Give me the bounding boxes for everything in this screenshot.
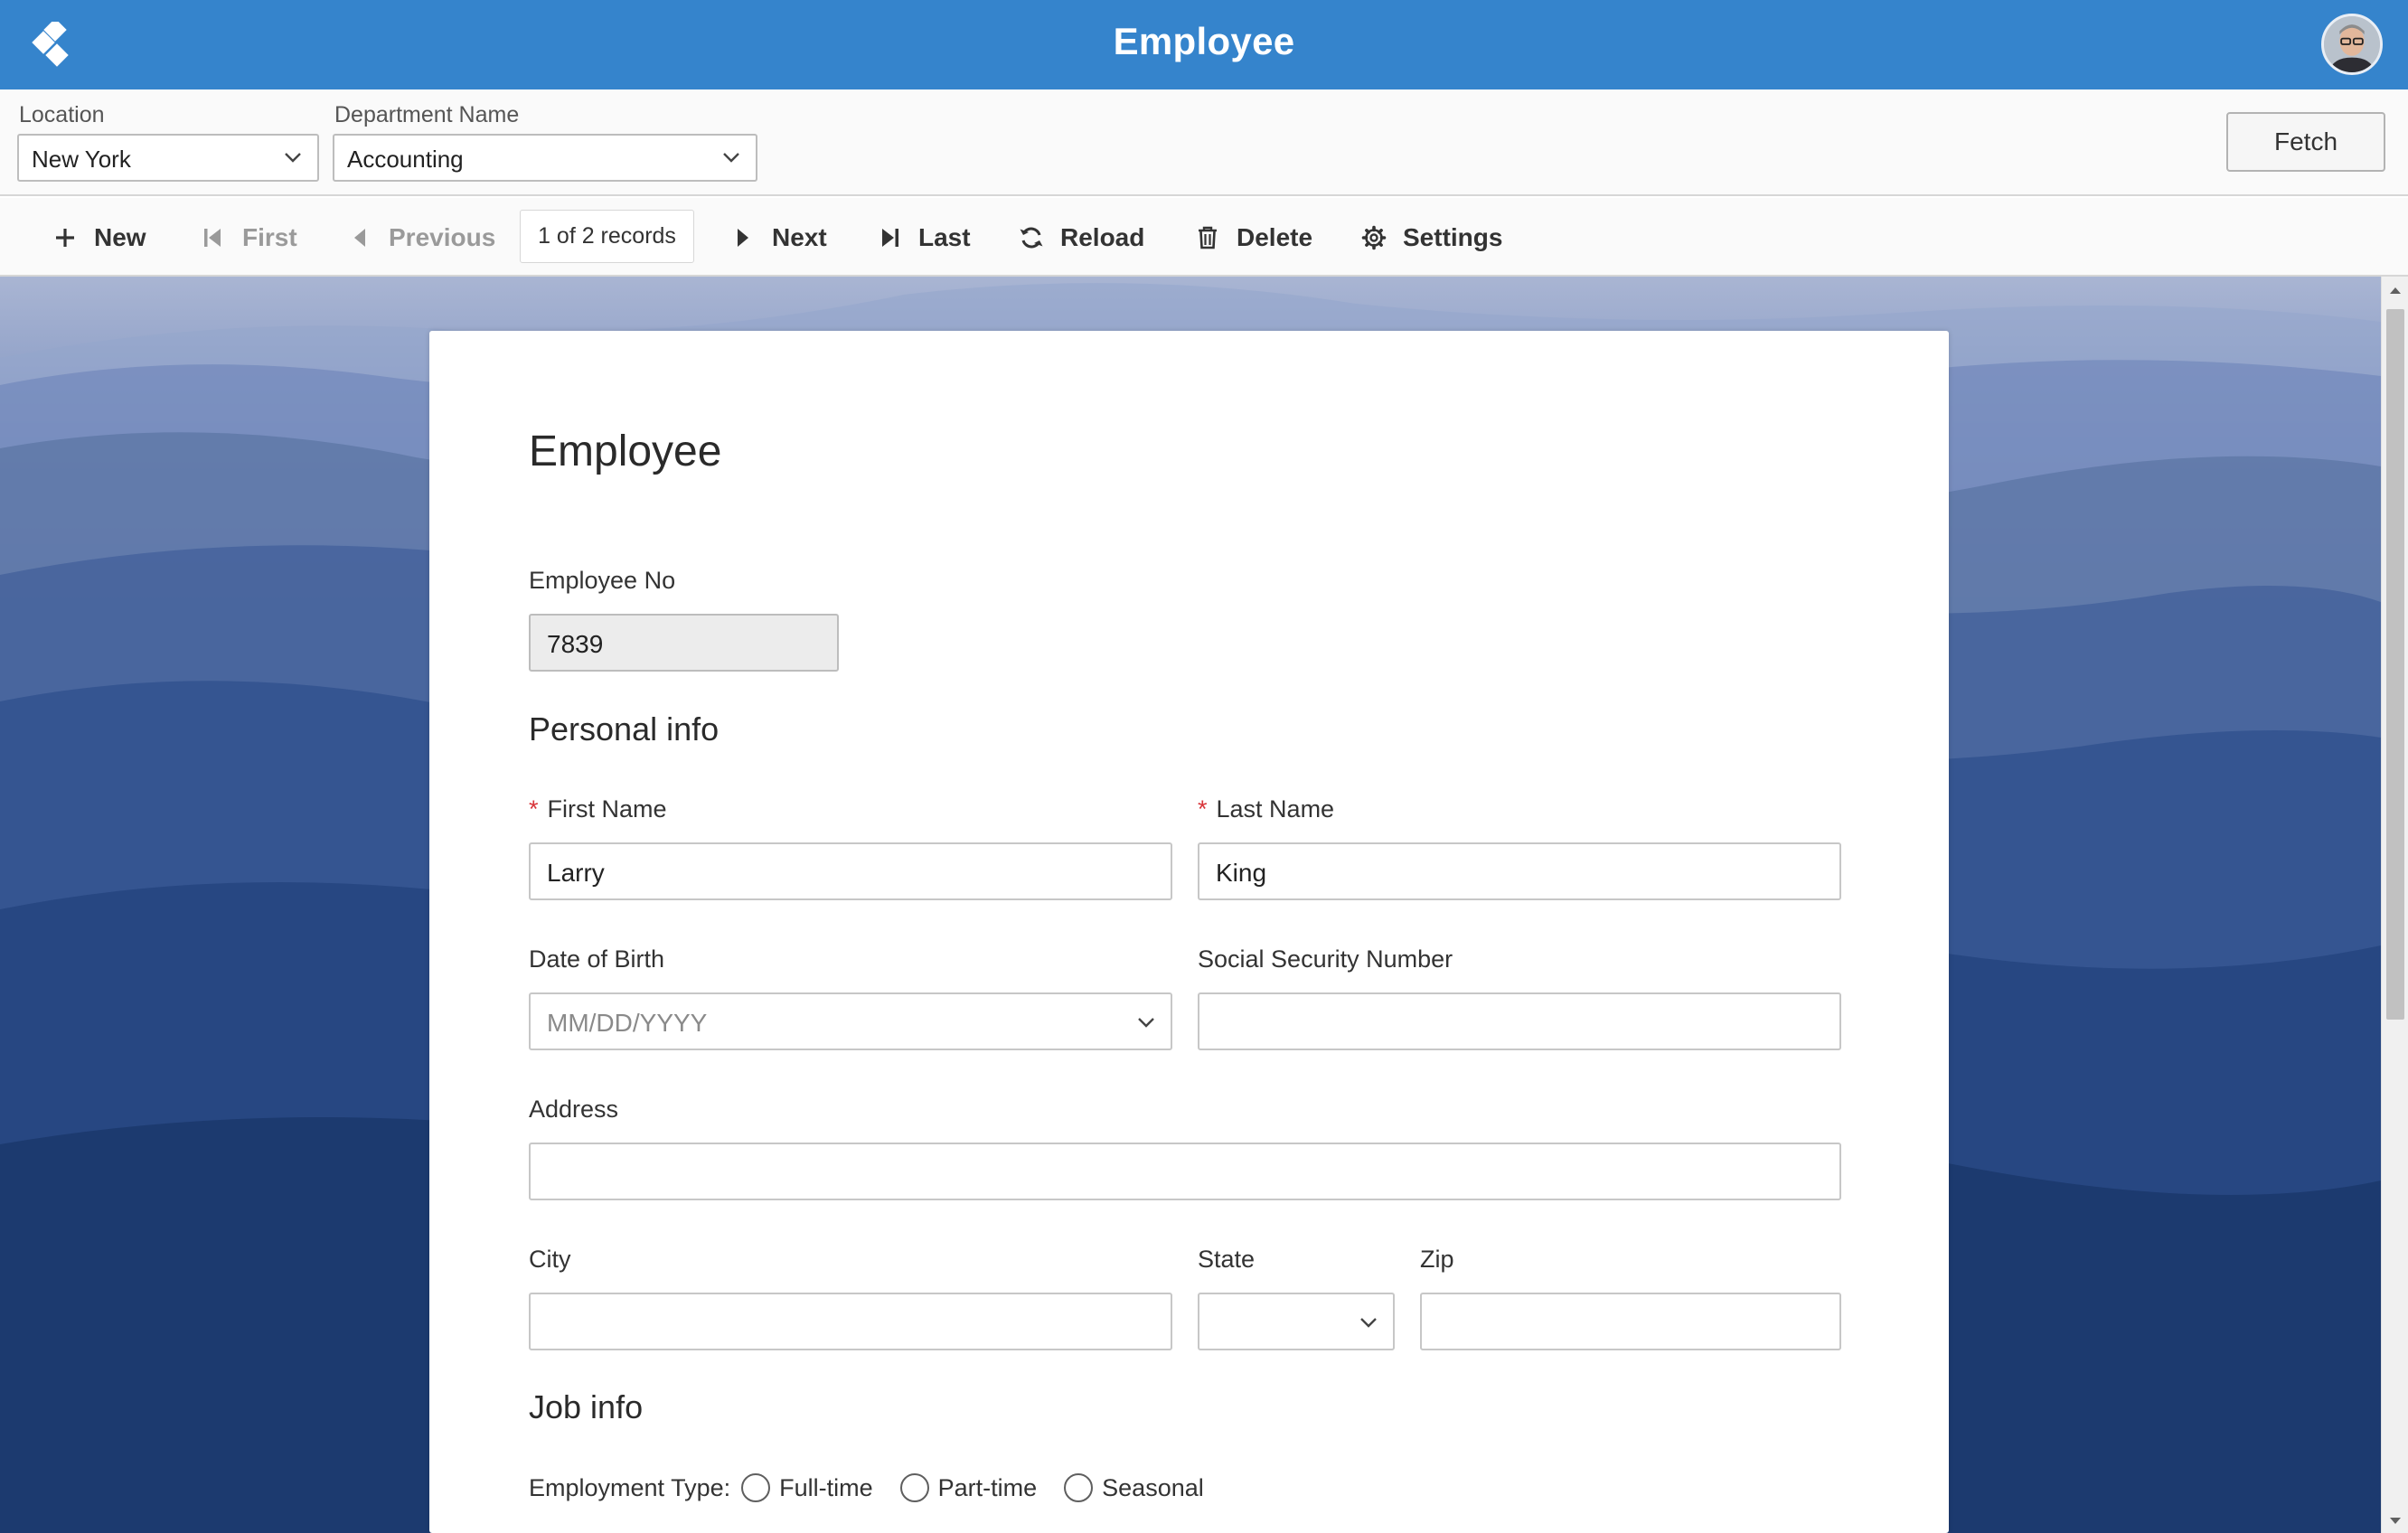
gear-icon	[1361, 225, 1387, 250]
record-toolbar: New First Previous 1 of 2 records Next L…	[0, 198, 2408, 277]
vertical-scrollbar[interactable]	[2381, 277, 2408, 1533]
caret-right-icon	[730, 225, 756, 250]
plus-icon	[52, 225, 78, 250]
last-label: Last	[918, 222, 971, 251]
radio-seasonal[interactable]: Seasonal	[1053, 1473, 1204, 1502]
location-value: New York	[32, 146, 131, 173]
last-name-label: * Last Name	[1198, 795, 1334, 823]
caret-left-icon	[347, 225, 372, 250]
record-counter: 1 of 2 records	[520, 210, 694, 263]
scroll-up-arrow-icon[interactable]	[2389, 286, 2402, 295]
employee-no-label: Employee No	[529, 567, 676, 594]
radio-circle[interactable]	[1064, 1473, 1094, 1502]
app-title: Employee	[1113, 20, 1295, 62]
previous-label: Previous	[389, 222, 496, 251]
reload-button[interactable]: Reload	[1019, 198, 1144, 277]
dob-picker[interactable]: MM/DD/YYYY	[529, 992, 1172, 1050]
chevron-down-icon	[723, 153, 739, 163]
address-input[interactable]	[529, 1143, 1841, 1200]
refresh-icon	[1019, 225, 1044, 250]
department-value: Accounting	[347, 146, 464, 173]
required-marker: *	[529, 795, 539, 823]
user-avatar[interactable]	[2321, 14, 2383, 75]
dob-label: Date of Birth	[529, 945, 665, 973]
state-select[interactable]	[1198, 1293, 1395, 1350]
next-label: Next	[772, 222, 827, 251]
first-name-value: Larry	[547, 859, 605, 887]
employee-form-card: Employee Employee No 7839 Personal info …	[429, 331, 1949, 1533]
first-button[interactable]: First	[201, 198, 297, 277]
employee-no-field: 7839	[529, 614, 839, 672]
first-name-input[interactable]: Larry	[529, 842, 1172, 900]
radio-circle[interactable]	[899, 1473, 929, 1502]
delete-label: Delete	[1237, 222, 1313, 251]
scrollbar-thumb[interactable]	[2386, 309, 2404, 1020]
previous-button[interactable]: Previous	[347, 198, 495, 277]
chevron-down-icon	[285, 153, 301, 163]
radio-part-time[interactable]: Part-time	[889, 1473, 1038, 1502]
last-name-label-text: Last Name	[1216, 795, 1335, 823]
required-marker: *	[1198, 795, 1208, 823]
state-label: State	[1198, 1246, 1256, 1273]
location-label: Location	[19, 102, 105, 127]
department-select[interactable]: Accounting	[333, 134, 757, 182]
first-name-label: * First Name	[529, 795, 667, 823]
zip-input[interactable]	[1420, 1293, 1841, 1350]
employment-type-group: Employment Type: Full-time Part-time Sea…	[529, 1473, 1220, 1502]
settings-button[interactable]: Settings	[1361, 198, 1502, 277]
new-label: New	[94, 222, 146, 251]
chevron-down-icon	[1360, 1318, 1377, 1328]
radio-full-time[interactable]: Full-time	[730, 1473, 873, 1502]
radio-full-time-label: Full-time	[779, 1473, 873, 1501]
first-label: First	[242, 222, 297, 251]
city-label: City	[529, 1246, 571, 1273]
zip-label: Zip	[1420, 1246, 1454, 1273]
dob-placeholder: MM/DD/YYYY	[547, 1009, 708, 1037]
employee-no-value: 7839	[547, 630, 604, 658]
scroll-down-arrow-icon[interactable]	[2389, 1517, 2402, 1526]
address-label: Address	[529, 1096, 619, 1123]
last-button[interactable]: Last	[877, 198, 971, 277]
new-button[interactable]: New	[52, 198, 146, 277]
fetch-button[interactable]: Fetch	[2226, 112, 2385, 172]
ssn-input[interactable]	[1198, 992, 1841, 1050]
location-select[interactable]: New York	[17, 134, 319, 182]
app-header: Employee	[0, 0, 2408, 89]
ssn-label: Social Security Number	[1198, 945, 1453, 973]
last-name-value: King	[1216, 859, 1267, 887]
city-input[interactable]	[529, 1293, 1172, 1350]
settings-label: Settings	[1403, 222, 1503, 251]
first-name-label-text: First Name	[547, 795, 667, 823]
chevron-down-icon	[1138, 1018, 1154, 1028]
reload-label: Reload	[1060, 222, 1145, 251]
job-info-heading: Job info	[529, 1388, 644, 1425]
form-title: Employee	[529, 428, 722, 475]
radio-seasonal-label: Seasonal	[1102, 1473, 1204, 1501]
next-button[interactable]: Next	[730, 198, 827, 277]
employment-type-label: Employment Type:	[529, 1473, 731, 1501]
skip-last-icon	[877, 225, 902, 250]
delete-button[interactable]: Delete	[1195, 198, 1312, 277]
personal-info-heading: Personal info	[529, 710, 720, 748]
last-name-input[interactable]: King	[1198, 842, 1841, 900]
radio-part-time-label: Part-time	[937, 1473, 1038, 1501]
trash-icon	[1195, 225, 1220, 250]
radio-circle[interactable]	[741, 1473, 771, 1502]
skip-first-icon	[201, 225, 226, 250]
filter-bar: Location New York Department Name Accoun…	[0, 89, 2408, 196]
department-label: Department Name	[334, 102, 520, 127]
